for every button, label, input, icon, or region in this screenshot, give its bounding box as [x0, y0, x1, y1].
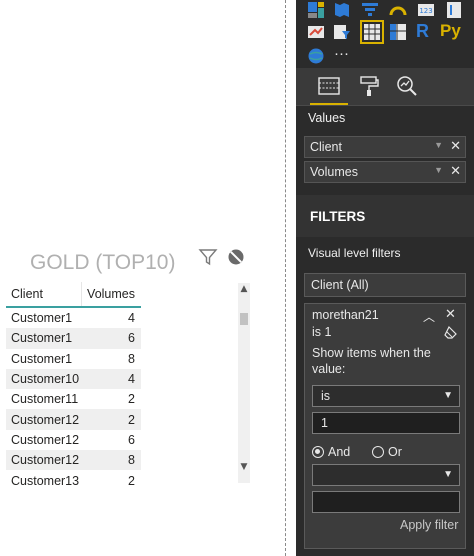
or-label: Or [388, 445, 402, 459]
filter-instructions: Show items when the value: [312, 346, 431, 376]
table-row[interactable]: Customer12 6 [6, 430, 141, 450]
card-icon[interactable]: 123 [416, 0, 436, 20]
matrix-icon[interactable] [388, 22, 408, 42]
filter-card-morethan21: morethan21 ︿ ✕ is 1 Show items when the … [304, 303, 466, 549]
value-input[interactable]: 1 [312, 412, 460, 434]
remove-field-icon[interactable]: ✕ [450, 163, 461, 179]
cell-client: Customer10 [11, 372, 80, 387]
chevron-down-icon: ▼ [443, 469, 453, 480]
field-label: Client [310, 140, 342, 154]
operator-dropdown[interactable]: is ▼ [312, 385, 460, 407]
values-well-label: Values [308, 111, 346, 125]
cell-volumes: 4 [128, 311, 135, 326]
r-visual-icon[interactable]: R [416, 20, 436, 41]
slicer-icon[interactable] [332, 22, 352, 42]
column-header-volumes[interactable]: Volumes [82, 287, 141, 301]
exclude-icon[interactable] [226, 247, 246, 267]
treemap-icon[interactable] [306, 0, 326, 20]
table-visual-icon[interactable] [360, 20, 384, 44]
python-visual-icon[interactable]: Py [440, 20, 466, 40]
or-radio[interactable]: Or [372, 445, 402, 459]
scroll-up-icon[interactable]: ▲ [238, 283, 250, 295]
table-row[interactable]: Customer12 8 [6, 450, 141, 471]
and-label: And [328, 445, 351, 459]
map-icon[interactable] [332, 0, 352, 20]
cell-volumes: 4 [128, 372, 135, 387]
data-table: Client Volumes Customer1 4 Customer1 6 Cus… [6, 282, 141, 491]
cell-client: Customer1 [11, 351, 73, 366]
field-client[interactable]: Client ▼ ✕ [304, 136, 466, 158]
field-volumes[interactable]: Volumes ▼ ✕ [304, 161, 466, 183]
cell-volumes: 2 [128, 473, 135, 488]
second-operator-dropdown[interactable]: ▼ [312, 464, 460, 486]
filter-icon[interactable] [198, 247, 218, 267]
table-row[interactable]: Customer1 4 [6, 308, 141, 328]
globe-icon[interactable] [306, 46, 326, 66]
clear-filter-icon[interactable] [443, 324, 459, 340]
analytics-tab[interactable] [394, 73, 420, 99]
table-row[interactable]: Customer1 8 [6, 349, 141, 369]
funnel-icon[interactable] [360, 0, 380, 20]
chevron-down-icon[interactable]: ▼ [434, 165, 443, 175]
table-row[interactable]: Customer12 2 [6, 409, 141, 430]
table-scrollbar[interactable]: ▲ ▼ [238, 283, 250, 483]
visual-title: GOLD (TOP10) [30, 251, 176, 274]
cell-client: Customer11 [11, 392, 79, 407]
table-row[interactable]: Customer1 6 [6, 328, 141, 349]
cell-volumes: 2 [128, 412, 135, 427]
cell-client: Customer1 [11, 331, 73, 346]
remove-filter-icon[interactable]: ✕ [445, 306, 456, 322]
more-visuals-icon[interactable]: ··· [334, 44, 354, 64]
cell-volumes: 8 [128, 453, 135, 468]
scroll-thumb[interactable] [240, 313, 248, 325]
filter-summary: is 1 [312, 325, 332, 339]
cell-volumes: 8 [128, 351, 135, 366]
cell-client: Customer12 [11, 432, 80, 447]
fields-tab[interactable] [310, 73, 348, 105]
table-row[interactable]: Customer13 2 [6, 470, 141, 490]
kpi-icon[interactable] [306, 22, 326, 42]
operator-value: is [321, 389, 331, 403]
fields-icon [318, 77, 340, 95]
and-radio[interactable]: And [312, 445, 350, 459]
column-header-client[interactable]: Client [6, 282, 82, 306]
table-row[interactable]: Customer10 4 [6, 368, 141, 390]
cell-client: Customer1 [11, 311, 73, 326]
cell-client: Customer12 [11, 453, 80, 468]
value-text: 1 [321, 416, 328, 430]
table-row[interactable]: Customer11 2 [6, 389, 141, 409]
analytics-icon [397, 76, 417, 96]
cell-volumes: 2 [128, 392, 135, 407]
cell-client: Customer12 [11, 412, 80, 427]
format-tab[interactable] [356, 73, 382, 99]
radio-selected-icon [312, 446, 324, 458]
visual-level-filters-label: Visual level filters [308, 246, 401, 260]
filter-card-title: morethan21 [312, 308, 379, 322]
chevron-down-icon[interactable]: ▼ [434, 140, 443, 150]
pane-tabs [296, 68, 474, 106]
filter-card-label: Client (All) [311, 278, 369, 292]
visualization-gallery: 123 R Py ··· [300, 0, 470, 68]
report-canvas: GOLD (TOP10) Client Volumes Customer1 4 C… [0, 0, 285, 556]
paint-roller-icon [360, 76, 379, 96]
second-value-input[interactable] [312, 491, 460, 513]
filter-card-client[interactable]: Client (All) [304, 273, 466, 297]
canvas-divider [285, 0, 286, 556]
field-label: Volumes [310, 165, 358, 179]
cell-volumes: 6 [128, 331, 135, 346]
cell-client: Customer13 [11, 473, 80, 488]
radio-icon [372, 446, 384, 458]
scroll-down-icon[interactable]: ▼ [238, 461, 250, 473]
table-header: Client Volumes [6, 282, 141, 308]
svg-text:123: 123 [419, 7, 432, 15]
multirow-card-icon[interactable] [444, 0, 464, 20]
visualizations-pane: 123 R Py ··· Values Client ▼ ✕ Volumes ▼… [296, 0, 474, 556]
cell-volumes: 6 [128, 432, 135, 447]
gauge-icon[interactable] [388, 0, 408, 20]
filters-title: FILTERS [310, 209, 366, 224]
remove-field-icon[interactable]: ✕ [450, 138, 461, 154]
apply-filter-button[interactable]: Apply filter [400, 518, 458, 532]
chevron-down-icon: ▼ [443, 390, 453, 401]
collapse-icon[interactable]: ︿ [423, 308, 435, 325]
